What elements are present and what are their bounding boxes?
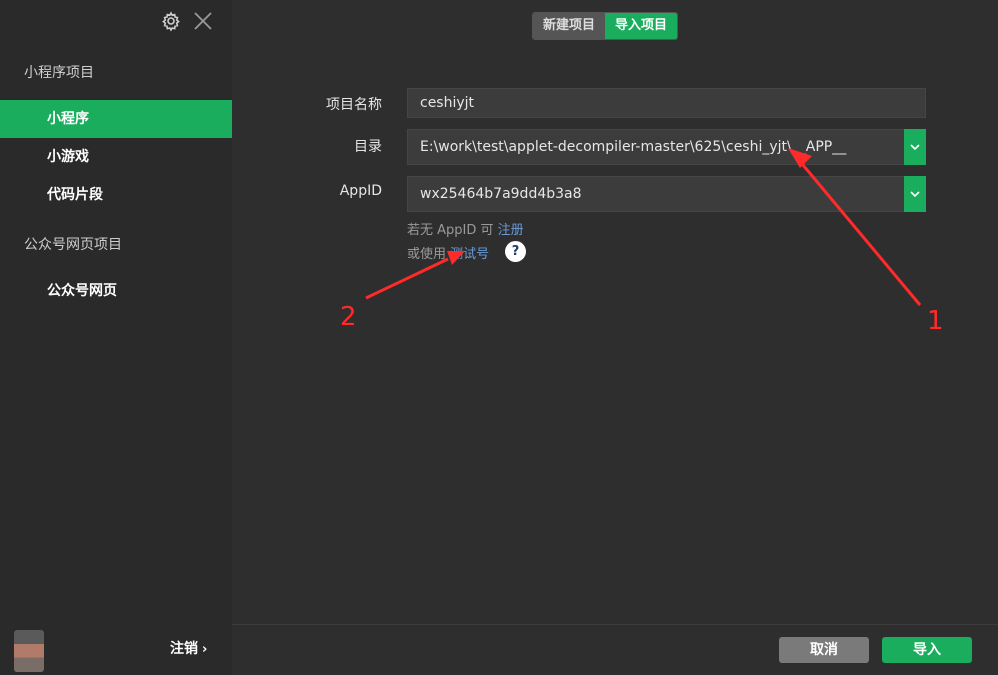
footer-divider xyxy=(232,624,998,625)
annotation-label-2: 2 xyxy=(340,302,357,332)
sidebar-group-title-miniprogram: 小程序项目 xyxy=(24,65,94,81)
annotation-arrow-1 xyxy=(788,148,922,306)
register-link[interactable]: 注册 xyxy=(498,223,524,238)
directory-label: 目录 xyxy=(354,139,382,155)
annotation-label-1: 1 xyxy=(927,306,944,336)
cancel-button[interactable]: 取消 xyxy=(779,637,869,663)
register-hint-text: 若无 AppID 可 xyxy=(407,223,498,238)
project-name-input[interactable]: ceshiyjt xyxy=(407,88,926,118)
logout-label: 注销 xyxy=(170,641,198,657)
appid-label: AppID xyxy=(339,183,382,199)
avatar[interactable] xyxy=(14,630,44,672)
test-account-link[interactable]: 测试号 xyxy=(450,247,489,262)
import-project-window: 小程序项目 小程序 小游戏 代码片段 公众号网页项目 公众号网页 注销 › 新建项… xyxy=(0,0,998,675)
sidebar-item-minigame[interactable]: 小游戏 xyxy=(0,138,232,176)
chevron-down-icon xyxy=(910,144,920,151)
chevron-down-icon xyxy=(910,191,920,198)
logout-button[interactable]: 注销 › xyxy=(170,638,207,658)
tab-import-project[interactable]: 导入项目 xyxy=(605,13,678,39)
project-name-label: 项目名称 xyxy=(326,97,382,113)
project-mode-toggle: 新建项目 导入项目 xyxy=(532,12,679,40)
test-account-hint-text: 或使用 xyxy=(407,247,451,262)
help-icon[interactable]: ? xyxy=(505,241,526,262)
sidebar-item-official-account-web[interactable]: 公众号网页 xyxy=(0,272,232,310)
sidebar: 小程序项目 小程序 小游戏 代码片段 公众号网页项目 公众号网页 注销 › xyxy=(0,0,232,675)
import-button[interactable]: 导入 xyxy=(882,637,972,663)
appid-dropdown-button[interactable] xyxy=(904,176,926,212)
directory-value: E:\work\test\applet-decompiler-master\62… xyxy=(420,139,847,155)
sidebar-item-miniprogram[interactable]: 小程序 xyxy=(0,100,232,138)
project-name-value: ceshiyjt xyxy=(420,95,475,111)
sidebar-group-title-official-account: 公众号网页项目 xyxy=(24,237,122,253)
appid-input[interactable]: wx25464b7a9dd4b3a8 xyxy=(407,176,926,212)
test-account-hint: 或使用 测试号 xyxy=(407,243,489,262)
appid-value: wx25464b7a9dd4b3a8 xyxy=(420,186,582,202)
appid-register-hint: 若无 AppID 可 注册 xyxy=(407,219,524,238)
close-icon[interactable] xyxy=(192,10,214,32)
gear-icon[interactable] xyxy=(160,10,182,32)
tab-new-project[interactable]: 新建项目 xyxy=(533,13,606,39)
directory-input[interactable]: E:\work\test\applet-decompiler-master\62… xyxy=(407,129,926,165)
sidebar-item-code-snippet[interactable]: 代码片段 xyxy=(0,176,232,214)
directory-dropdown-button[interactable] xyxy=(904,129,926,165)
chevron-right-icon: › xyxy=(202,642,208,657)
